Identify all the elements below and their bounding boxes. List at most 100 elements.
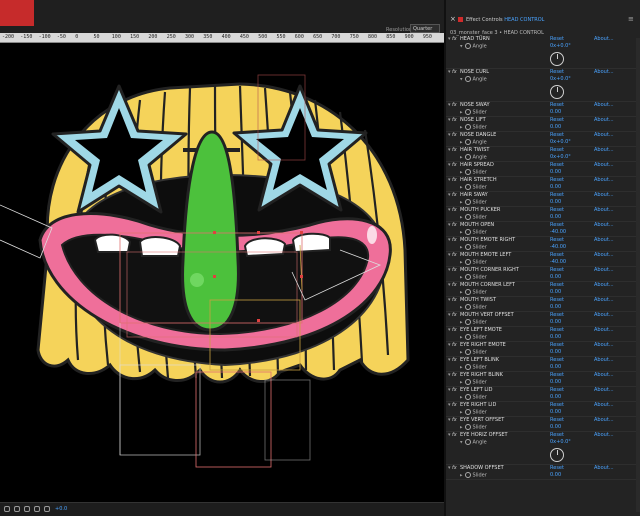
reset-button[interactable]: Reset <box>550 147 564 153</box>
effect-twirl-icon[interactable]: ▾ <box>448 147 451 153</box>
reset-button[interactable]: Reset <box>550 252 564 258</box>
property-twirl-icon[interactable]: ▸ <box>460 320 463 326</box>
reset-button[interactable]: Reset <box>550 282 564 288</box>
about-button[interactable]: About... <box>594 237 614 243</box>
reset-button[interactable]: Reset <box>550 402 564 408</box>
property-value[interactable]: 0.00 <box>550 319 561 325</box>
about-button[interactable]: About... <box>594 327 614 333</box>
property-label[interactable]: ▾ Angle <box>460 43 487 50</box>
property-label[interactable]: ▸ Slider <box>460 289 487 296</box>
stopwatch-icon[interactable] <box>464 334 471 340</box>
property-value[interactable]: -40.00 <box>550 244 566 250</box>
effect-twirl-icon[interactable]: ▾ <box>448 402 451 408</box>
fx-toggle-icon[interactable]: fx <box>452 192 457 198</box>
stopwatch-icon[interactable] <box>464 124 471 130</box>
effect-twirl-icon[interactable]: ▾ <box>448 327 451 333</box>
panel-title[interactable]: Effect Controls HEAD CONTROL <box>466 17 544 23</box>
about-button[interactable]: About... <box>594 117 614 123</box>
stopwatch-icon[interactable] <box>464 274 471 280</box>
fx-toggle-icon[interactable]: fx <box>452 147 457 153</box>
property-twirl-icon[interactable]: ▸ <box>460 155 463 161</box>
reset-button[interactable]: Reset <box>550 312 564 318</box>
reset-button[interactable]: Reset <box>550 417 564 423</box>
property-label[interactable]: ▸ Slider <box>460 244 487 251</box>
grid-icon[interactable] <box>14 506 20 512</box>
property-value[interactable]: 0x+0.0° <box>550 139 571 145</box>
effect-twirl-icon[interactable]: ▾ <box>448 192 451 198</box>
property-label[interactable]: ▸ Slider <box>460 304 487 311</box>
reset-button[interactable]: Reset <box>550 117 564 123</box>
angle-dial[interactable] <box>550 52 564 66</box>
about-button[interactable]: About... <box>594 372 614 378</box>
resolution-dropdown[interactable]: Quarter <box>410 24 440 33</box>
about-button[interactable]: About... <box>594 177 614 183</box>
effect-twirl-icon[interactable]: ▾ <box>448 417 451 423</box>
stopwatch-icon[interactable] <box>464 259 471 265</box>
effect-twirl-icon[interactable]: ▾ <box>448 222 451 228</box>
property-twirl-icon[interactable]: ▸ <box>460 230 463 236</box>
effect-twirl-icon[interactable]: ▾ <box>448 282 451 288</box>
property-twirl-icon[interactable]: ▸ <box>460 395 463 401</box>
property-twirl-icon[interactable]: ▸ <box>460 290 463 296</box>
stopwatch-icon[interactable] <box>464 409 471 415</box>
fx-toggle-icon[interactable]: fx <box>452 207 457 213</box>
stopwatch-icon[interactable] <box>464 439 471 445</box>
about-button[interactable]: About... <box>594 162 614 168</box>
effect-twirl-icon[interactable]: ▾ <box>448 267 451 273</box>
reset-button[interactable]: Reset <box>550 357 564 363</box>
about-button[interactable]: About... <box>594 417 614 423</box>
property-value[interactable]: -40.00 <box>550 259 566 265</box>
stopwatch-icon[interactable] <box>464 184 471 190</box>
property-twirl-icon[interactable]: ▸ <box>460 365 463 371</box>
angle-dial[interactable] <box>550 448 564 462</box>
effect-twirl-icon[interactable]: ▾ <box>448 432 451 438</box>
exposure-readout[interactable]: +0.0 <box>55 506 67 512</box>
effect-twirl-icon[interactable]: ▾ <box>448 102 451 108</box>
stopwatch-icon[interactable] <box>464 349 471 355</box>
stopwatch-icon[interactable] <box>464 43 471 49</box>
effect-twirl-icon[interactable]: ▾ <box>448 162 451 168</box>
property-value[interactable]: 0.00 <box>550 274 561 280</box>
effect-twirl-icon[interactable]: ▾ <box>448 372 451 378</box>
property-twirl-icon[interactable]: ▸ <box>460 260 463 266</box>
reset-button[interactable]: Reset <box>550 387 564 393</box>
fx-toggle-icon[interactable]: fx <box>452 327 457 333</box>
stopwatch-icon[interactable] <box>464 214 471 220</box>
fx-toggle-icon[interactable]: fx <box>452 432 457 438</box>
composition-viewer[interactable]: Resolution Quarter -200 -150 -100 -50 0 50 100… <box>0 0 444 516</box>
property-twirl-icon[interactable]: ▸ <box>460 185 463 191</box>
fx-toggle-icon[interactable]: fx <box>452 372 457 378</box>
reset-button[interactable]: Reset <box>550 267 564 273</box>
reset-button[interactable]: Reset <box>550 162 564 168</box>
property-label[interactable]: ▸ Slider <box>460 364 487 371</box>
property-twirl-icon[interactable]: ▸ <box>460 380 463 386</box>
angle-dial[interactable] <box>550 85 564 99</box>
property-twirl-icon[interactable]: ▾ <box>460 44 463 50</box>
property-value[interactable]: -40.00 <box>550 229 566 235</box>
stopwatch-icon[interactable] <box>464 379 471 385</box>
fx-toggle-icon[interactable]: fx <box>452 357 457 363</box>
fx-toggle-icon[interactable]: fx <box>452 237 457 243</box>
stopwatch-icon[interactable] <box>464 424 471 430</box>
effect-twirl-icon[interactable]: ▾ <box>448 252 451 258</box>
property-twirl-icon[interactable]: ▸ <box>460 200 463 206</box>
fx-toggle-icon[interactable]: fx <box>452 162 457 168</box>
stopwatch-icon[interactable] <box>464 199 471 205</box>
property-label[interactable]: ▸ Slider <box>460 229 487 236</box>
mask-visibility-icon[interactable] <box>24 506 30 512</box>
about-button[interactable]: About... <box>594 402 614 408</box>
property-label[interactable]: ▸ Slider <box>460 334 487 341</box>
property-label[interactable]: ▸ Slider <box>460 184 487 191</box>
snapshot-icon[interactable] <box>34 506 40 512</box>
property-value[interactable]: 0.00 <box>550 124 561 130</box>
reset-button[interactable]: Reset <box>550 372 564 378</box>
reset-button[interactable]: Reset <box>550 342 564 348</box>
fx-toggle-icon[interactable]: fx <box>452 267 457 273</box>
fx-toggle-icon[interactable]: fx <box>452 387 457 393</box>
close-icon[interactable]: × <box>450 15 456 23</box>
effect-twirl-icon[interactable]: ▾ <box>448 36 451 42</box>
effect-twirl-icon[interactable]: ▾ <box>448 207 451 213</box>
reset-button[interactable]: Reset <box>550 36 564 42</box>
stopwatch-icon[interactable] <box>464 472 471 478</box>
stopwatch-icon[interactable] <box>464 304 471 310</box>
